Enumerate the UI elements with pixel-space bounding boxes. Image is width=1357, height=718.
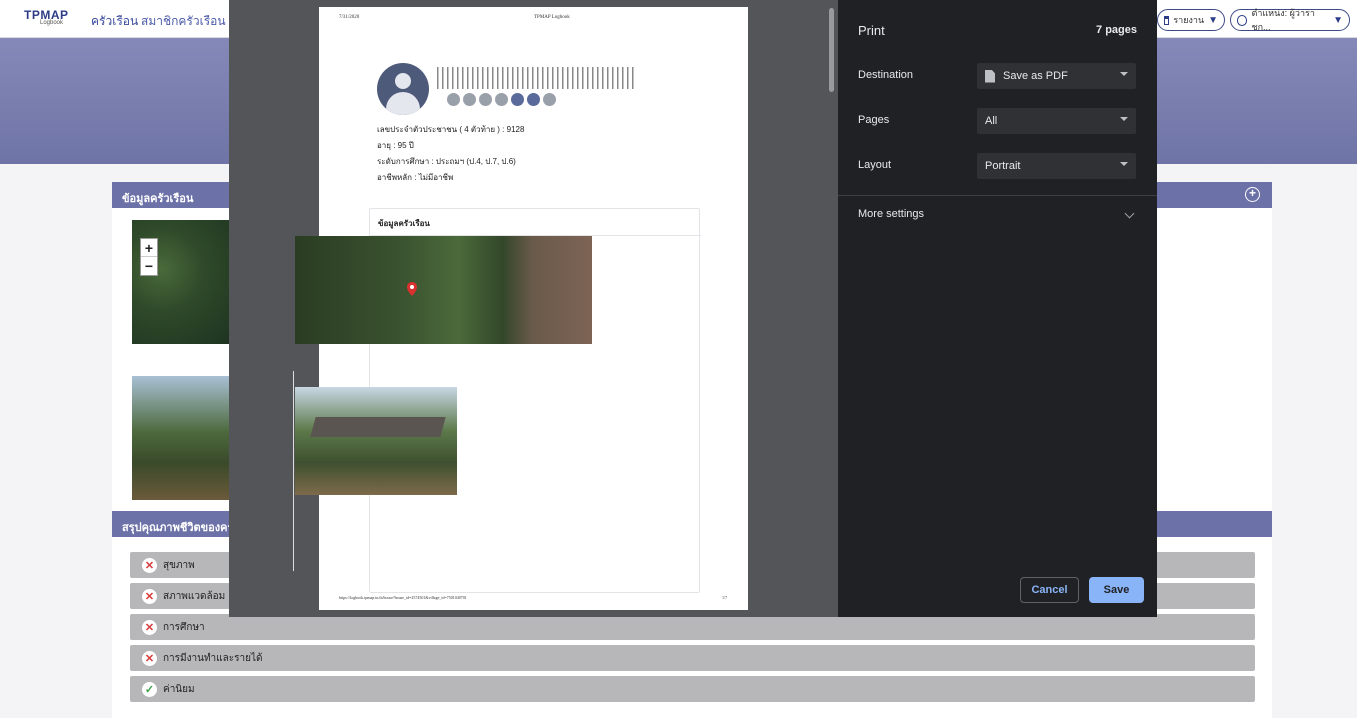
redacted-name-barcode	[437, 67, 637, 89]
occupation-text: อาชีพหลัก : ไม่มีอาชีพ	[377, 173, 454, 182]
chevron-down-icon[interactable]	[1124, 208, 1135, 219]
layout-select[interactable]: Portrait	[977, 153, 1136, 179]
person-icon	[511, 93, 524, 106]
preview-house-roof	[310, 417, 446, 437]
more-settings-toggle[interactable]: More settings	[858, 208, 924, 220]
avatar-head	[395, 73, 411, 89]
page-count: 7 pages	[1096, 24, 1137, 36]
summary-label: การมีงานทำและรายได้	[163, 652, 263, 664]
save-button[interactable]: Save	[1089, 577, 1144, 603]
preview-date: 7/31/2020	[339, 15, 360, 20]
avatar-body	[386, 92, 420, 115]
destination-label: Destination	[858, 69, 914, 81]
destination-select[interactable]: Save as PDF	[977, 63, 1136, 89]
x-circle-icon: ✕	[142, 588, 157, 604]
citizen-id-text: เลขประจำตัวประชาชน ( 4 ตัวท้าย ) : 9128	[377, 125, 525, 134]
cancel-button[interactable]: Cancel	[1020, 577, 1079, 603]
summary-label: ค่านิยม	[163, 683, 195, 695]
caret-down-icon: ▼	[1208, 14, 1218, 26]
preview-satellite-map	[295, 236, 592, 344]
education-text: ระดับการศึกษา : ประถมฯ (ป.4, ป.7, ป.6)	[377, 157, 516, 166]
zoom-out-button[interactable]: −	[141, 257, 157, 275]
wheelchair-icon	[527, 93, 540, 106]
person-icon	[495, 93, 508, 106]
preview-divider-line	[293, 371, 294, 571]
layout-label: Layout	[858, 159, 892, 171]
nav-link-household[interactable]: ครัวเรือน	[91, 12, 138, 31]
person-icon	[463, 93, 476, 106]
dropdown-arrow-icon	[1120, 117, 1128, 121]
pages-value: All	[985, 115, 998, 127]
summary-row-education[interactable]: ✕ การศึกษา	[130, 614, 1255, 640]
app-logo[interactable]: TPMAP Logbook	[24, 8, 80, 32]
section-household-title: ข้อมูลครัวเรือน	[122, 193, 194, 205]
person-icon	[479, 93, 492, 106]
age-text: อายุ : 95 ปี	[377, 141, 414, 150]
preview-scrollbar[interactable]	[829, 8, 834, 92]
document-icon	[985, 69, 995, 83]
logo-subtext: Logbook	[40, 20, 64, 26]
layout-value: Portrait	[985, 160, 1021, 172]
print-settings-panel: Print 7 pages Destination Save as PDF Pa…	[838, 0, 1157, 617]
summary-label: สุขภาพ	[163, 559, 195, 571]
x-circle-icon: ✕	[142, 650, 157, 666]
destination-value: Save as PDF	[1003, 70, 1068, 82]
preview-footer-url: https://logbook.tpmap.in.th/house?house_…	[339, 595, 467, 600]
preview-page-number: 1/7	[722, 595, 728, 600]
map-pin-icon	[407, 282, 417, 296]
nav-link-members[interactable]: สมาชิกครัวเรือน	[141, 12, 226, 31]
member-icons	[447, 93, 556, 106]
position-dropdown[interactable]: ตำแหน่ง: ผู้ว่าราชก... ▼	[1230, 8, 1350, 32]
report-label: รายงาน	[1173, 15, 1205, 25]
summary-row-values[interactable]: ✓ ค่านิยม	[130, 676, 1255, 702]
print-dialog: 7/31/2020 TPMAP Logbook เลขประจำตัวประชา…	[229, 0, 1157, 617]
summary-label: สภาพแวดล้อม	[163, 590, 226, 602]
dropdown-arrow-icon	[1120, 162, 1128, 166]
household-photo	[132, 376, 232, 500]
preview-doc-title: TPMAP Logbook	[534, 15, 570, 20]
check-circle-icon: ✓	[142, 681, 157, 697]
print-title: Print	[858, 23, 885, 38]
preview-card-title: ข้อมูลครัวเรือน	[378, 219, 430, 228]
print-preview-pane: 7/31/2020 TPMAP Logbook เลขประจำตัวประชา…	[229, 0, 838, 617]
summary-label: การศึกษา	[163, 621, 205, 633]
add-circle-icon[interactable]: +	[1245, 187, 1260, 202]
person-icon	[447, 93, 460, 106]
preview-house-photo	[295, 387, 457, 495]
report-dropdown[interactable]: รายงาน ▼	[1157, 9, 1225, 31]
avatar	[377, 63, 429, 115]
pages-select[interactable]: All	[977, 108, 1136, 134]
x-circle-icon: ✕	[142, 619, 157, 635]
user-circle-icon	[1237, 14, 1248, 26]
summary-row-income[interactable]: ✕ การมีงานทำและรายได้	[130, 645, 1255, 671]
zoom-in-button[interactable]: +	[141, 239, 157, 257]
dropdown-arrow-icon	[1120, 72, 1128, 76]
table-icon	[1164, 15, 1170, 25]
pages-label: Pages	[858, 114, 890, 126]
minus-icon	[543, 93, 556, 106]
caret-down-icon: ▼	[1333, 14, 1343, 26]
position-label: ตำแหน่ง: ผู้ว่าราชก...	[1251, 8, 1315, 32]
x-circle-icon: ✕	[142, 557, 157, 573]
settings-divider	[838, 195, 1157, 196]
map-zoom-control: + −	[140, 238, 158, 276]
